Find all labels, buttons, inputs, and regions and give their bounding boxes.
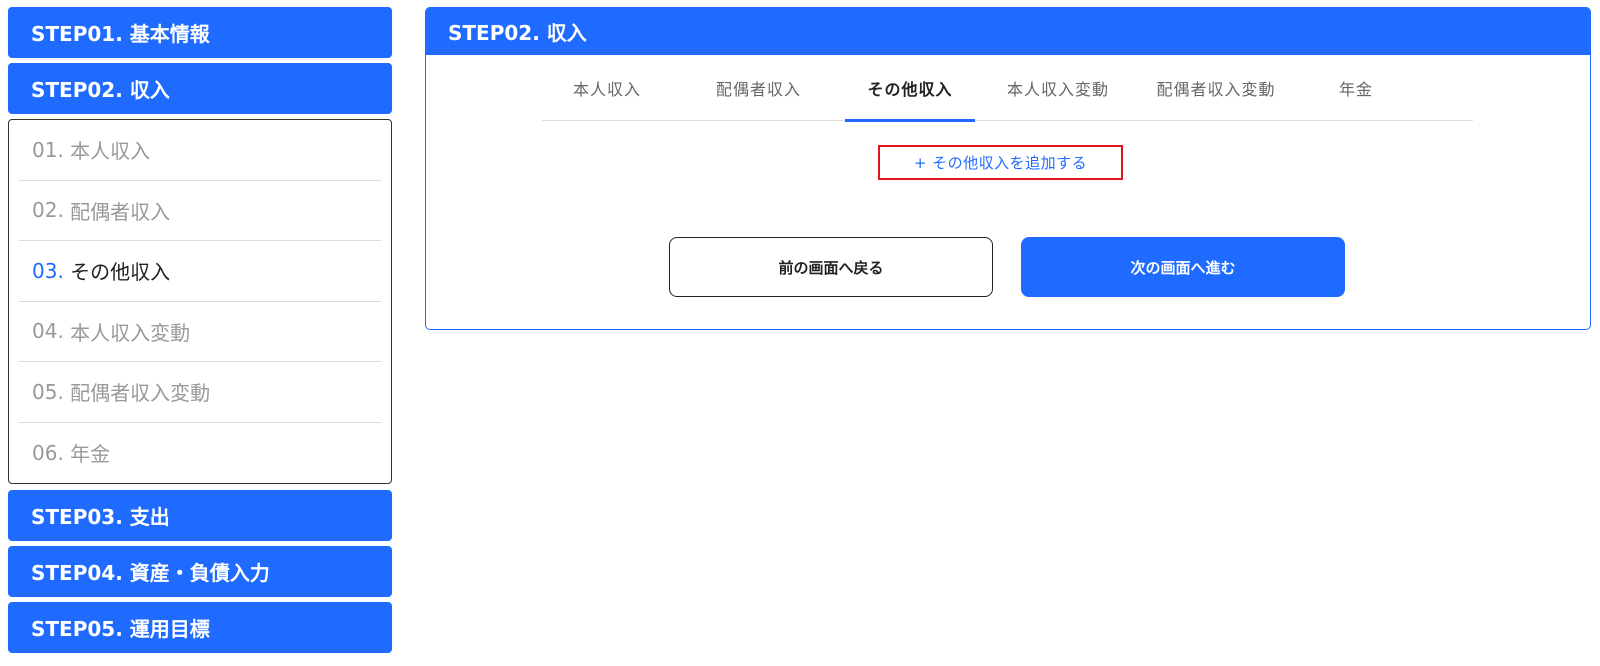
sub-item-sonota-shunyu[interactable]: 03. その他収入 <box>19 241 381 302</box>
sub-item-haigusha-shunyu-hendo[interactable]: 05. 配偶者収入変動 <box>19 362 381 423</box>
main-panel: STEP02. 収入 本人収入 配偶者収入 その他収入 本人収入変動 配偶者収入… <box>425 7 1591 330</box>
sub-item-number: 04. <box>32 319 64 344</box>
tab-honnin-shunyu-hendo[interactable]: 本人収入変動 <box>975 55 1141 121</box>
sub-item-label: 年金 <box>70 442 111 467</box>
sub-item-number: 01. <box>32 137 64 162</box>
sub-item-nenkin[interactable]: 06. 年金 <box>19 423 381 484</box>
step02-header[interactable]: STEP02. 収入 <box>8 63 392 114</box>
step03-header[interactable]: STEP03. 支出 <box>8 490 392 541</box>
sub-item-label: 配偶者収入 <box>70 199 171 224</box>
sub-item-number: 05. <box>32 379 64 404</box>
sub-item-number: 02. <box>32 198 64 223</box>
income-tabs: 本人収入 配偶者収入 その他収入 本人収入変動 配偶者収入変動 年金 <box>542 55 1473 122</box>
tab-haigusha-shunyu[interactable]: 配偶者収入 <box>672 55 845 121</box>
sub-item-label: 本人収入 <box>70 139 151 164</box>
sidebar: STEP01. 基本情報 STEP02. 収入 01. 本人収入 02. 配偶者… <box>8 7 392 658</box>
sub-item-number: 06. <box>32 440 64 465</box>
add-other-income-link[interactable]: + その他収入を追加する <box>878 145 1123 180</box>
sub-item-haigusha-shunyu[interactable]: 02. 配偶者収入 <box>19 181 381 241</box>
tab-honnin-shunyu[interactable]: 本人収入 <box>542 55 672 121</box>
panel-title: STEP02. 収入 <box>426 8 1590 55</box>
sub-item-label: 配偶者収入変動 <box>70 381 211 406</box>
sub-item-label: 本人収入変動 <box>70 320 191 345</box>
tab-haigusha-shunyu-hendo[interactable]: 配偶者収入変動 <box>1141 55 1291 121</box>
sub-item-number: 03. <box>32 258 64 283</box>
step04-header[interactable]: STEP04. 資産・負債入力 <box>8 546 392 597</box>
sub-item-honnin-shunyu-hendo[interactable]: 04. 本人収入変動 <box>19 302 381 362</box>
step02-sub-list: 01. 本人収入 02. 配偶者収入 03. その他収入 04. 本人収入変動 … <box>8 119 392 484</box>
tab-nenkin[interactable]: 年金 <box>1291 55 1421 121</box>
back-button[interactable]: 前の画面へ戻る <box>669 237 993 297</box>
tab-sonota-shunyu[interactable]: その他収入 <box>845 55 975 122</box>
step05-header[interactable]: STEP05. 運用目標 <box>8 602 392 653</box>
sub-item-label: その他収入 <box>70 260 171 285</box>
next-button[interactable]: 次の画面へ進む <box>1021 237 1345 297</box>
step01-header[interactable]: STEP01. 基本情報 <box>8 7 392 58</box>
sub-item-honnin-shunyu[interactable]: 01. 本人収入 <box>19 120 381 181</box>
